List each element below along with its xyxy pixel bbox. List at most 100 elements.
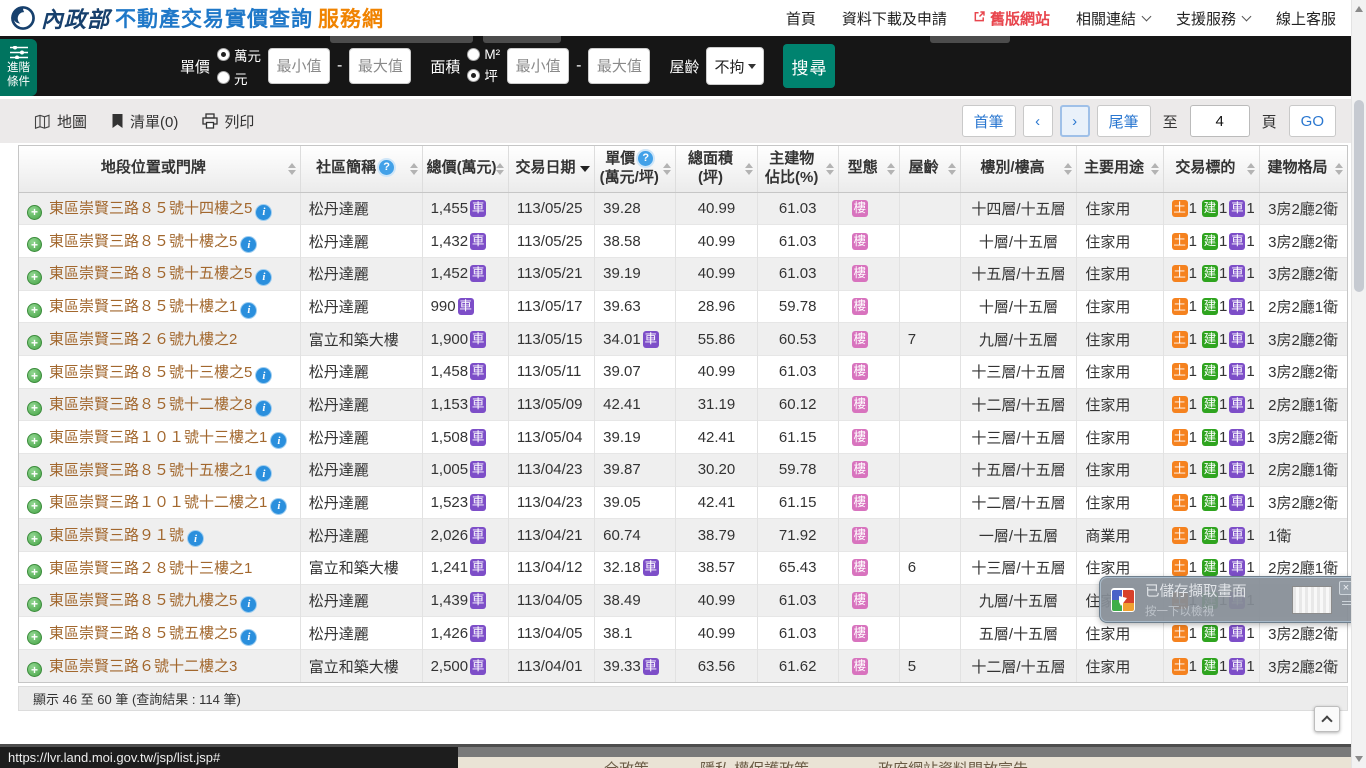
address-link[interactable]: 東區崇賢三路８５號十三樓之5 <box>49 364 252 381</box>
scroll-top-button[interactable] <box>1314 706 1340 732</box>
scrollbar-down-icon[interactable] <box>1355 756 1363 762</box>
address-link[interactable]: 東區崇賢三路８５號十四樓之5 <box>49 200 252 217</box>
info-icon[interactable]: i <box>256 368 272 384</box>
column-header[interactable]: 單價? (萬元/坪) <box>594 146 676 193</box>
column-header[interactable]: 屋齡 <box>898 146 961 193</box>
last-page-button[interactable]: 尾筆 <box>1096 105 1151 137</box>
screenshot-thumbnail[interactable] <box>1292 585 1332 614</box>
expand-plus-icon[interactable]: + <box>27 237 42 253</box>
column-header[interactable]: 社區簡稱? <box>299 146 423 193</box>
column-header[interactable]: 建物格局 <box>1259 146 1347 193</box>
info-icon[interactable]: i <box>271 433 287 449</box>
column-header[interactable]: 交易日期 <box>507 146 595 193</box>
column-header[interactable]: 總價(萬元) <box>421 146 509 193</box>
expand-plus-icon[interactable]: + <box>27 433 42 449</box>
nav-item[interactable]: 資料下載及申請 <box>842 8 947 29</box>
expand-plus-icon[interactable]: + <box>27 269 42 285</box>
column-header[interactable]: 主建物 佔比(%) <box>756 146 839 193</box>
area-min-input[interactable] <box>507 48 570 84</box>
address-link[interactable]: 東區崇賢三路８５號五樓之5 <box>49 625 237 642</box>
expand-plus-icon[interactable]: + <box>27 662 42 678</box>
map-button[interactable]: 地圖 <box>34 111 87 132</box>
table-row[interactable]: + 東區崇賢三路９１號 i 松丹達麗 2,026 車 113/04/21 60.74 … <box>19 518 1347 552</box>
info-icon[interactable]: i <box>256 400 272 416</box>
sort-icon[interactable] <box>744 162 753 175</box>
help-icon[interactable]: ? <box>638 151 654 166</box>
address-link[interactable]: 東區崇賢三路１０１號十二樓之1 <box>49 494 267 511</box>
column-header[interactable]: 樓別/樓高 <box>959 146 1077 193</box>
column-header[interactable]: 主要用途 <box>1076 146 1164 193</box>
nav-item[interactable]: 線上客服 <box>1276 8 1336 29</box>
sort-icon[interactable] <box>409 162 418 175</box>
first-page-button[interactable]: 首筆 <box>961 105 1016 137</box>
sort-icon[interactable] <box>886 162 895 175</box>
nav-item[interactable]: 支援服務 <box>1176 8 1252 29</box>
address-link[interactable]: 東區崇賢三路８５號十五樓之5 <box>49 265 252 282</box>
site-logo[interactable]: 內政部 不動產交易實價查詢 服務網 <box>10 2 384 34</box>
info-icon[interactable]: i <box>256 466 272 482</box>
footer-link[interactable]: 政府網站資料開放宣告 <box>878 758 1028 768</box>
column-header[interactable]: 型態 <box>837 146 900 193</box>
page-number-input[interactable] <box>1189 105 1250 137</box>
help-icon[interactable]: ? <box>379 160 395 176</box>
search-button[interactable]: 搜尋 <box>783 44 836 88</box>
unit-price-min-input[interactable] <box>268 48 331 84</box>
expand-plus-icon[interactable]: + <box>27 498 42 514</box>
address-link[interactable]: 東區崇賢三路２８號十三樓之1 <box>49 560 252 577</box>
age-select[interactable]: 不拘 <box>706 47 765 85</box>
expand-plus-icon[interactable]: + <box>27 368 42 384</box>
table-row[interactable]: + 東區崇賢三路１０１號十二樓之1 i 松丹達麗 1,523 車 113/04/23 … <box>19 485 1347 519</box>
sort-icon[interactable] <box>825 162 834 175</box>
expand-plus-icon[interactable]: + <box>27 629 42 645</box>
info-icon[interactable]: i <box>241 302 257 318</box>
sort-icon[interactable] <box>1150 162 1159 175</box>
address-link[interactable]: 東區崇賢三路１０１號十三樓之1 <box>49 429 267 446</box>
expand-plus-icon[interactable]: + <box>27 596 42 612</box>
print-button[interactable]: 列印 <box>202 111 254 132</box>
scrollbar-up-icon[interactable] <box>1355 6 1363 12</box>
scrollbar-thumb[interactable] <box>1354 100 1364 292</box>
info-icon[interactable]: i <box>256 269 272 285</box>
table-row[interactable]: + 東區崇賢三路８５號十樓之5 i 松丹達麗 1,432 車 113/05/25 38… <box>19 224 1347 258</box>
nav-item[interactable]: 首頁 <box>786 8 816 29</box>
area-radio[interactable]: 坪 <box>467 65 500 85</box>
unit-price-max-input[interactable] <box>349 48 412 84</box>
info-icon[interactable]: i <box>241 629 257 645</box>
info-icon[interactable]: i <box>241 237 257 253</box>
nav-item[interactable]: 舊版網站 <box>973 8 1050 29</box>
table-row[interactable]: + 東區崇賢三路８５號十三樓之5 i 松丹達麗 1,458 車 113/05/11 3… <box>19 354 1347 389</box>
sort-icon[interactable] <box>1335 162 1343 175</box>
address-link[interactable]: 東區崇賢三路８５號十二樓之8 <box>49 396 252 413</box>
column-header[interactable]: 交易標的 <box>1162 146 1260 193</box>
table-row[interactable]: + 東區崇賢三路１０１號十三樓之1 i 松丹達麗 1,508 車 113/05/04 … <box>19 420 1347 454</box>
sort-icon[interactable] <box>1247 162 1256 175</box>
list-button[interactable]: 清單(0) <box>111 111 178 132</box>
sort-icon[interactable] <box>663 162 672 175</box>
info-icon[interactable]: i <box>241 596 257 612</box>
address-link[interactable]: 東區崇賢三路８５號十樓之5 <box>49 233 237 250</box>
table-row[interactable]: + 東區崇賢三路６號十二樓之3 富立和築大樓 2,500 車 113/04/01 3… <box>19 649 1347 683</box>
info-icon[interactable]: i <box>256 204 272 220</box>
expand-plus-icon[interactable]: + <box>27 302 42 318</box>
sort-icon[interactable] <box>947 162 956 175</box>
table-row[interactable]: + 東區崇賢三路８５號十二樓之8 i 松丹達麗 1,153 車 113/05/09 4… <box>19 387 1347 421</box>
address-link[interactable]: 東區崇賢三路６號十二樓之3 <box>49 658 237 675</box>
expand-plus-icon[interactable]: + <box>27 531 42 547</box>
table-row[interactable]: + 東區崇賢三路８５號十四樓之5 i 松丹達麗 1,455 車 113/05/25 3… <box>19 191 1347 225</box>
next-page-button[interactable]: › <box>1059 105 1090 137</box>
sort-desc-icon[interactable] <box>580 165 591 172</box>
info-icon[interactable]: i <box>271 498 287 514</box>
column-header[interactable]: 地段位置或門牌 <box>19 146 301 193</box>
column-header[interactable]: 總面積 (坪) <box>675 146 758 193</box>
address-link[interactable]: 東區崇賢三路８５號十五樓之1 <box>49 462 252 479</box>
sort-icon[interactable] <box>1064 162 1073 175</box>
footer-link[interactable]: 隱私 權保護政策 <box>700 758 809 768</box>
address-link[interactable]: 東區崇賢三路２６號九樓之2 <box>49 331 237 348</box>
expand-plus-icon[interactable]: + <box>27 335 42 351</box>
sort-icon[interactable] <box>495 162 504 175</box>
advanced-filter-button[interactable]: 進階條件 <box>0 39 37 96</box>
area-max-input[interactable] <box>588 48 651 84</box>
screenshot-toast[interactable]: 已儲存擷取畫面 按一下以檢視 × <box>1099 576 1358 623</box>
expand-plus-icon[interactable]: + <box>27 204 42 220</box>
prev-page-button[interactable]: ‹ <box>1022 105 1053 137</box>
